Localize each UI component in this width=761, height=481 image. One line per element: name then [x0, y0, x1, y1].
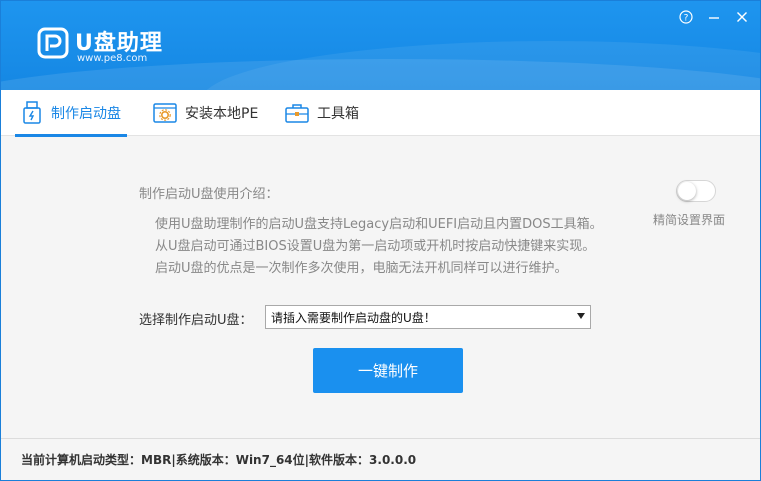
- status-text: 当前计算机启动类型：MBR|系统版本：Win7_64位|软件版本：3.0.0.0: [21, 453, 417, 467]
- tab-label: 安装本地PE: [185, 106, 259, 122]
- help-icon: ?: [679, 10, 693, 24]
- minimize-icon: [709, 17, 719, 19]
- app-window: U盘助理 www.pe8.com ? 制作启动盘 安装本地PE 工具箱 制作启动…: [0, 0, 761, 481]
- gear-window-icon: [153, 103, 177, 123]
- one-click-make-button[interactable]: 一键制作: [313, 348, 463, 393]
- intro-text: 使用U盘助理制作的启动U盘支持Legacy启动和UEFI启动且内置DOS工具箱。…: [155, 214, 603, 280]
- intro-line: 从U盘启动可通过BIOS设置U盘为第一启动项或开机时按启动快捷键来实现。: [155, 239, 596, 254]
- tab-make-boot-disk[interactable]: 制作启动盘: [15, 90, 127, 137]
- logo-p-icon: [37, 27, 69, 59]
- toolbox-icon: [285, 104, 309, 123]
- header-banner: U盘助理 www.pe8.com ?: [1, 1, 760, 90]
- simple-mode-label: 精简设置界面: [653, 213, 726, 227]
- app-logo: U盘助理 www.pe8.com: [37, 25, 187, 65]
- tab-toolbox[interactable]: 工具箱: [279, 90, 365, 136]
- usb-select-label: 选择制作启动U盘：: [139, 313, 253, 328]
- intro-line: 启动U盘的优点是一次制作多次使用，电脑无法开机同样可以进行维护。: [155, 261, 568, 276]
- usb-select-value: 请插入需要制作启动盘的U盘！: [271, 310, 436, 325]
- app-url: www.pe8.com: [77, 53, 148, 64]
- tab-label: 制作启动盘: [51, 106, 121, 122]
- tab-install-local-pe[interactable]: 安装本地PE: [147, 90, 264, 136]
- intro-heading: 制作启动U盘使用介绍：: [139, 187, 279, 202]
- close-icon: [737, 12, 747, 22]
- svg-text:?: ?: [684, 14, 689, 24]
- status-bar: 当前计算机启动类型：MBR|系统版本：Win7_64位|软件版本：3.0.0.0: [1, 438, 760, 480]
- usb-drive-icon: [23, 101, 41, 124]
- tab-label: 工具箱: [317, 106, 359, 122]
- help-button[interactable]: ?: [676, 7, 696, 27]
- minimize-button[interactable]: [704, 7, 724, 27]
- toggle-knob: [678, 182, 696, 200]
- window-controls: ?: [676, 7, 752, 27]
- dropdown-arrow-icon: [577, 313, 585, 319]
- main-tabs: 制作启动盘 安装本地PE 工具箱: [1, 90, 760, 137]
- make-boot-disk-panel: 制作启动U盘使用介绍： 使用U盘助理制作的启动U盘支持Legacy启动和UEFI…: [1, 137, 760, 437]
- close-button[interactable]: [732, 7, 752, 27]
- simple-mode-toggle[interactable]: [676, 180, 716, 202]
- intro-line: 使用U盘助理制作的启动U盘支持Legacy启动和UEFI启动且内置DOS工具箱。: [155, 217, 603, 232]
- header-wave-decoration-2: [201, 41, 760, 90]
- usb-drive-select[interactable]: 请插入需要制作启动盘的U盘！: [265, 305, 591, 329]
